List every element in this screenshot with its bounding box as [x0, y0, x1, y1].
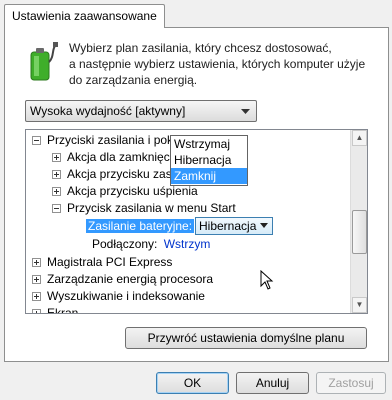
expand-icon[interactable] — [52, 187, 61, 196]
battery-action-value: Hibernacja — [199, 219, 257, 233]
chevron-down-icon — [241, 109, 250, 114]
tree-item-plugged-in[interactable]: Podłączony: Wstrzym — [92, 236, 210, 253]
battery-action-combo[interactable]: Hibernacja — [195, 217, 273, 235]
tree-item-start-menu-power-button[interactable]: Przycisk zasilania w menu Start — [52, 200, 236, 217]
expand-icon[interactable] — [32, 258, 41, 267]
tab-advanced-settings[interactable]: Ustawienia zaawansowane — [4, 4, 165, 28]
tree-item-label: Zasilanie bateryjne: — [86, 219, 195, 233]
expand-icon[interactable] — [32, 275, 41, 284]
tree-item-label: Zarządzanie energią procesora — [47, 272, 214, 286]
description-text: Wybierz plan zasilania, który chcesz dos… — [69, 40, 379, 88]
tree-scrollbar[interactable]: ▲ ▼ — [350, 130, 367, 313]
expand-icon[interactable] — [32, 292, 41, 301]
mouse-pointer-icon — [260, 270, 274, 290]
dropdown-option-shutdown[interactable]: Zamknij — [171, 168, 247, 184]
restore-defaults-button[interactable]: Przywróć ustawienia domyślne planu — [125, 327, 367, 349]
collapse-icon[interactable] — [32, 136, 41, 145]
tree-item-processor-power[interactable]: Zarządzanie energią procesora — [32, 271, 213, 288]
battery-action-dropdown[interactable]: Wstrzymaj Hibernacja Zamknij — [170, 135, 248, 186]
settings-panel: Wybierz plan zasilania, który chcesz dos… — [4, 27, 389, 362]
description-line-3: do zarządzania energią. — [69, 73, 198, 87]
tree-item-label: Podłączony: — [92, 237, 158, 251]
tree-item-label: Przycisk zasilania w menu Start — [67, 201, 236, 215]
power-plan-select[interactable]: Wysoka wydajność [aktywny] — [25, 100, 257, 122]
scroll-down-button[interactable]: ▼ — [352, 297, 367, 313]
plugged-in-value[interactable]: Wstrzym — [164, 237, 211, 251]
dropdown-option-suspend[interactable]: Wstrzymaj — [171, 136, 247, 152]
dropdown-option-hibernate[interactable]: Hibernacja — [171, 152, 247, 168]
description-line-2: a następnie wybierz ustawienia, których … — [69, 57, 366, 71]
tree-item-label: Ekran — [47, 306, 79, 314]
tree-item-label: Magistrala PCI Express — [47, 255, 173, 269]
cancel-button[interactable]: Anuluj — [236, 372, 309, 394]
apply-button: Zastosuj — [316, 372, 386, 394]
tree-item-pci-express[interactable]: Magistrala PCI Express — [32, 254, 172, 271]
ok-button[interactable]: OK — [156, 372, 229, 394]
battery-power-icon — [30, 42, 58, 81]
chevron-down-icon — [260, 223, 268, 228]
scroll-up-button[interactable]: ▲ — [352, 130, 367, 146]
expand-icon[interactable] — [52, 153, 61, 162]
tree-item-on-battery[interactable]: Zasilanie bateryjne: — [86, 218, 195, 235]
expand-icon[interactable] — [52, 170, 61, 179]
tree-item-search-indexing[interactable]: Wyszukiwanie i indeksowanie — [32, 288, 205, 305]
power-options-advanced-dialog: Ustawienia zaawansowane Wybierz plan zas… — [0, 0, 392, 400]
power-plan-value: Wysoka wydajność [aktywny] — [30, 104, 186, 118]
expand-icon[interactable] — [32, 309, 41, 313]
description-line-1: Wybierz plan zasilania, który chcesz dos… — [69, 41, 332, 55]
tree-item-label: Wyszukiwanie i indeksowanie — [47, 289, 205, 303]
tree-item-label: Akcja przycisku uśpienia — [67, 184, 198, 198]
collapse-icon[interactable] — [52, 204, 61, 213]
tree-item-display[interactable]: Ekran — [32, 305, 79, 314]
scroll-thumb[interactable] — [352, 210, 367, 254]
